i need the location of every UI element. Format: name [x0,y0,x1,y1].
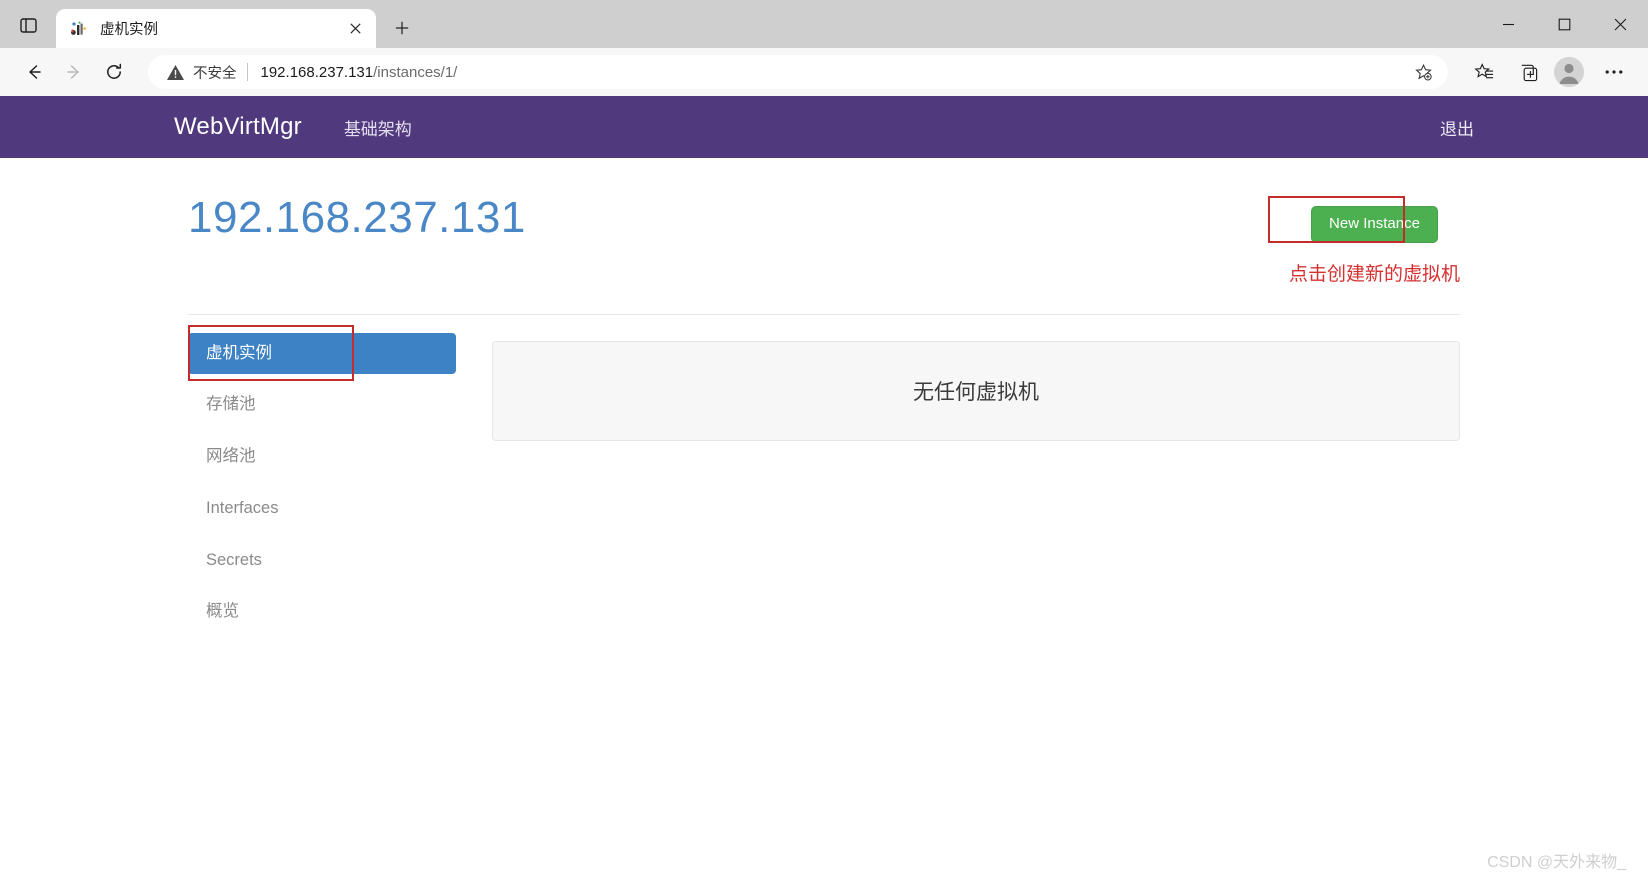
sidebar-item-overview[interactable]: 概览 [188,591,456,633]
page-header: 192.168.237.131 New Instance 点击创建新的虚拟机 [188,158,1460,286]
side-nav: 虚机实例 存储池 网络池 Interfaces Secrets 概览 [188,324,456,644]
new-tab-button[interactable] [386,12,418,44]
url-host: 192.168.237.131 [260,63,374,81]
not-secure-warning-icon [166,63,186,82]
sidebar-item-storages[interactable]: 存储池 [188,384,456,426]
sidebar-item-networks[interactable]: 网络池 [188,436,456,478]
sidebar-item-interfaces[interactable]: Interfaces [188,488,456,530]
watermark: CSDN @天外来物_ [1487,854,1626,871]
back-button[interactable] [14,52,54,92]
main-content: 无任何虚拟机 [456,333,1460,644]
security-status-text: 不安全 [193,65,237,82]
reload-button[interactable] [94,52,134,92]
page-title: 192.168.237.131 [188,193,526,242]
add-favorite-icon[interactable] [1408,57,1438,87]
close-icon[interactable] [342,16,368,42]
maximize-button[interactable] [1536,0,1592,48]
favorites-list-icon[interactable] [1464,52,1504,92]
app-navbar: WebVirtMgr 基础架构 退出 [0,96,1648,158]
address-bar[interactable]: 不安全 192.168.237.131/instances/1/ [148,55,1448,89]
app-brand[interactable]: WebVirtMgr [174,113,302,141]
profile-avatar-icon[interactable] [1554,57,1584,87]
annotation-note-new-instance: 点击创建新的虚拟机 [1288,263,1460,285]
tab-strip: 虚机实例 [0,0,1648,48]
header-actions: New Instance 点击创建新的虚拟机 [1267,196,1460,286]
forward-button[interactable] [54,52,94,92]
sidebar-item-instances[interactable]: 虚机实例 [188,332,456,375]
nav-link-logout[interactable]: 退出 [1440,120,1474,139]
page-container: 192.168.237.131 New Instance 点击创建新的虚拟机 虚… [174,158,1474,643]
tab-title: 虚机实例 [100,22,158,38]
minimize-button[interactable] [1480,0,1536,48]
browser-window: 虚机实例 不安全 192.168.237.131/instances/1/ We… [0,0,1648,882]
browser-toolbar: 不安全 192.168.237.131/instances/1/ [0,48,1648,96]
empty-state-text: 无任何虚拟机 [913,380,1039,404]
empty-state-panel: 无任何虚拟机 [492,340,1460,441]
window-controls [1480,0,1648,48]
omnibox-divider [246,63,248,81]
url-path: /instances/1/ [373,63,458,81]
window-close-button[interactable] [1592,0,1648,48]
webvirtmgr-favicon [70,20,88,38]
sidebar-item-secrets[interactable]: Secrets [188,540,456,582]
new-instance-button[interactable]: New Instance [1311,206,1438,243]
browser-tab[interactable]: 虚机实例 [56,9,376,48]
nav-link-infrastructure[interactable]: 基础架构 [344,115,412,140]
url-text: 192.168.237.131/instances/1/ [261,64,1403,81]
collections-icon[interactable] [1508,52,1548,92]
tab-sidebar-icon[interactable] [6,5,50,45]
page-body: 虚机实例 存储池 网络池 Interfaces Secrets 概览 无任何虚拟… [188,315,1460,644]
page-viewport: WebVirtMgr 基础架构 退出 192.168.237.131 New I… [0,96,1648,882]
more-settings-icon[interactable] [1594,52,1634,92]
